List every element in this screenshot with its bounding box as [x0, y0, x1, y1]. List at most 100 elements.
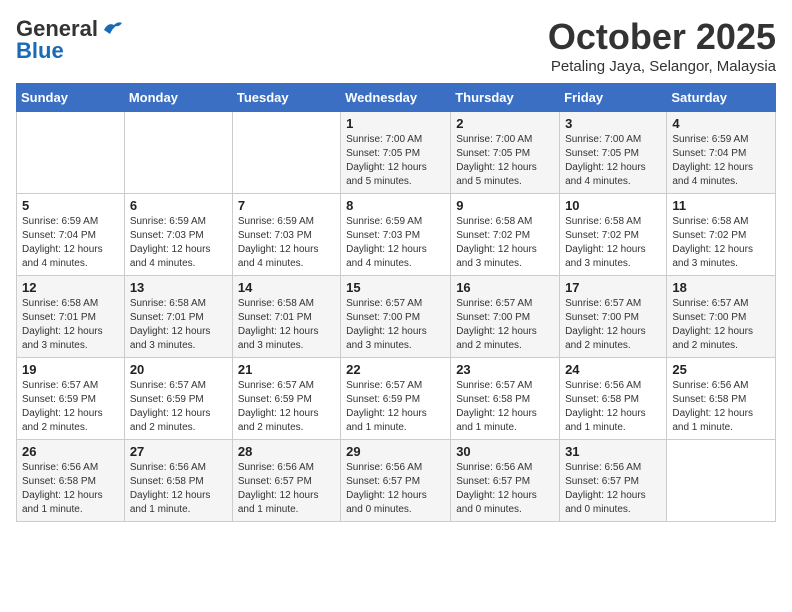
day-number: 8 — [346, 198, 445, 213]
day-cell: 24 Sunrise: 6:56 AMSunset: 6:58 PMDayligh… — [560, 358, 667, 440]
day-info: Sunrise: 6:58 AMSunset: 7:02 PMDaylight:… — [565, 215, 661, 271]
location: Petaling Jaya, Selangor, Malaysia — [548, 58, 776, 75]
day-cell: 28 Sunrise: 6:56 AMSunset: 6:57 PMDayligh… — [232, 440, 340, 522]
day-info: Sunrise: 6:59 AMSunset: 7:04 PMDaylight:… — [22, 215, 119, 271]
day-number: 29 — [346, 444, 445, 459]
day-info: Sunrise: 7:00 AMSunset: 7:05 PMDaylight:… — [565, 133, 661, 189]
day-cell: 11Sunrise: 6:58 AMSunset: 7:02 PMDayligh… — [667, 194, 776, 276]
day-info: Sunrise: 6:56 AMSunset: 6:58 PMDaylight:… — [672, 379, 770, 435]
logo-blue: Blue — [16, 38, 64, 64]
day-number: 7 — [238, 198, 335, 213]
day-cell: 2 Sunrise: 7:00 AMSunset: 7:05 PMDaylight… — [451, 112, 560, 194]
day-cell: 29 Sunrise: 6:56 AMSunset: 6:57 PMDayligh… — [341, 440, 451, 522]
day-number: 1 — [346, 116, 445, 131]
page-header: General Blue October 2025 Petaling Jaya,… — [16, 16, 776, 75]
day-cell — [124, 112, 232, 194]
day-number: 26 — [22, 444, 119, 459]
day-number: 15 — [346, 280, 445, 295]
day-cell: 14 Sunrise: 6:58 AMSunset: 7:01 PMDayligh… — [232, 276, 340, 358]
day-info: Sunrise: 6:56 AMSunset: 6:58 PMDaylight:… — [565, 379, 661, 435]
week-row-5: 26 Sunrise: 6:56 AMSunset: 6:58 PMDayligh… — [17, 440, 776, 522]
day-cell: 6 Sunrise: 6:59 AMSunset: 7:03 PMDaylight… — [124, 194, 232, 276]
day-number: 24 — [565, 362, 661, 377]
calendar-table: SundayMondayTuesdayWednesdayThursdayFrid… — [16, 83, 776, 522]
weekday-header-thursday: Thursday — [451, 84, 560, 112]
day-cell: 16 Sunrise: 6:57 AMSunset: 7:00 PMDayligh… — [451, 276, 560, 358]
day-cell: 21Sunrise: 6:57 AMSunset: 6:59 PMDayligh… — [232, 358, 340, 440]
day-cell: 9Sunrise: 6:58 AMSunset: 7:02 PMDaylight… — [451, 194, 560, 276]
day-info: Sunrise: 6:56 AMSunset: 6:58 PMDaylight:… — [22, 461, 119, 517]
day-info: Sunrise: 6:58 AMSunset: 7:01 PMDaylight:… — [238, 297, 335, 353]
day-number: 31 — [565, 444, 661, 459]
weekday-header-tuesday: Tuesday — [232, 84, 340, 112]
day-info: Sunrise: 6:57 AMSunset: 7:00 PMDaylight:… — [565, 297, 661, 353]
day-number: 5 — [22, 198, 119, 213]
weekday-header-saturday: Saturday — [667, 84, 776, 112]
day-info: Sunrise: 6:56 AMSunset: 6:57 PMDaylight:… — [456, 461, 554, 517]
day-info: Sunrise: 6:58 AMSunset: 7:01 PMDaylight:… — [130, 297, 227, 353]
day-info: Sunrise: 6:59 AMSunset: 7:03 PMDaylight:… — [130, 215, 227, 271]
day-info: Sunrise: 6:59 AMSunset: 7:04 PMDaylight:… — [672, 133, 770, 189]
day-number: 12 — [22, 280, 119, 295]
week-row-1: 1 Sunrise: 7:00 AMSunset: 7:05 PMDaylight… — [17, 112, 776, 194]
day-cell: 19 Sunrise: 6:57 AMSunset: 6:59 PMDayligh… — [17, 358, 125, 440]
day-number: 6 — [130, 198, 227, 213]
day-cell: 13Sunrise: 6:58 AMSunset: 7:01 PMDayligh… — [124, 276, 232, 358]
day-info: Sunrise: 6:56 AMSunset: 6:58 PMDaylight:… — [130, 461, 227, 517]
week-row-4: 19 Sunrise: 6:57 AMSunset: 6:59 PMDayligh… — [17, 358, 776, 440]
day-number: 3 — [565, 116, 661, 131]
day-number: 23 — [456, 362, 554, 377]
day-cell: 1 Sunrise: 7:00 AMSunset: 7:05 PMDaylight… — [341, 112, 451, 194]
day-info: Sunrise: 6:57 AMSunset: 7:00 PMDaylight:… — [672, 297, 770, 353]
day-info: Sunrise: 6:59 AMSunset: 7:03 PMDaylight:… — [346, 215, 445, 271]
day-cell: 26 Sunrise: 6:56 AMSunset: 6:58 PMDayligh… — [17, 440, 125, 522]
day-number: 21 — [238, 362, 335, 377]
day-number: 4 — [672, 116, 770, 131]
day-info: Sunrise: 6:56 AMSunset: 6:57 PMDaylight:… — [346, 461, 445, 517]
title-section: October 2025 Petaling Jaya, Selangor, Ma… — [548, 16, 776, 75]
week-row-3: 12 Sunrise: 6:58 AMSunset: 7:01 PMDayligh… — [17, 276, 776, 358]
day-cell: 25 Sunrise: 6:56 AMSunset: 6:58 PMDayligh… — [667, 358, 776, 440]
day-number: 25 — [672, 362, 770, 377]
day-info: Sunrise: 6:57 AMSunset: 7:00 PMDaylight:… — [456, 297, 554, 353]
day-info: Sunrise: 7:00 AMSunset: 7:05 PMDaylight:… — [456, 133, 554, 189]
day-number: 2 — [456, 116, 554, 131]
day-number: 17 — [565, 280, 661, 295]
day-cell: 18Sunrise: 6:57 AMSunset: 7:00 PMDayligh… — [667, 276, 776, 358]
day-info: Sunrise: 6:58 AMSunset: 7:02 PMDaylight:… — [456, 215, 554, 271]
logo: General Blue — [16, 16, 124, 64]
day-cell: 15 Sunrise: 6:57 AMSunset: 7:00 PMDayligh… — [341, 276, 451, 358]
day-info: Sunrise: 6:57 AMSunset: 6:58 PMDaylight:… — [456, 379, 554, 435]
day-cell: 3 Sunrise: 7:00 AMSunset: 7:05 PMDaylight… — [560, 112, 667, 194]
day-cell: 17 Sunrise: 6:57 AMSunset: 7:00 PMDayligh… — [560, 276, 667, 358]
day-cell: 12 Sunrise: 6:58 AMSunset: 7:01 PMDayligh… — [17, 276, 125, 358]
day-cell: 22Sunrise: 6:57 AMSunset: 6:59 PMDayligh… — [341, 358, 451, 440]
day-cell: 4 Sunrise: 6:59 AMSunset: 7:04 PMDaylight… — [667, 112, 776, 194]
day-info: Sunrise: 7:00 AMSunset: 7:05 PMDaylight:… — [346, 133, 445, 189]
weekday-header-wednesday: Wednesday — [341, 84, 451, 112]
day-info: Sunrise: 6:59 AMSunset: 7:03 PMDaylight:… — [238, 215, 335, 271]
day-number: 14 — [238, 280, 335, 295]
day-info: Sunrise: 6:57 AMSunset: 7:00 PMDaylight:… — [346, 297, 445, 353]
day-info: Sunrise: 6:58 AMSunset: 7:02 PMDaylight:… — [672, 215, 770, 271]
day-cell: 23 Sunrise: 6:57 AMSunset: 6:58 PMDayligh… — [451, 358, 560, 440]
day-cell: 5 Sunrise: 6:59 AMSunset: 7:04 PMDaylight… — [17, 194, 125, 276]
day-cell: 20Sunrise: 6:57 AMSunset: 6:59 PMDayligh… — [124, 358, 232, 440]
weekday-header-sunday: Sunday — [17, 84, 125, 112]
day-number: 10 — [565, 198, 661, 213]
day-info: Sunrise: 6:57 AMSunset: 6:59 PMDaylight:… — [22, 379, 119, 435]
day-number: 19 — [22, 362, 119, 377]
day-cell — [232, 112, 340, 194]
day-number: 28 — [238, 444, 335, 459]
weekday-header-friday: Friday — [560, 84, 667, 112]
day-number: 27 — [130, 444, 227, 459]
logo-bird-icon — [102, 20, 124, 38]
day-cell: 7 Sunrise: 6:59 AMSunset: 7:03 PMDaylight… — [232, 194, 340, 276]
day-number: 20 — [130, 362, 227, 377]
day-info: Sunrise: 6:57 AMSunset: 6:59 PMDaylight:… — [346, 379, 445, 435]
day-info: Sunrise: 6:56 AMSunset: 6:57 PMDaylight:… — [238, 461, 335, 517]
day-cell: 30Sunrise: 6:56 AMSunset: 6:57 PMDayligh… — [451, 440, 560, 522]
day-number: 16 — [456, 280, 554, 295]
day-cell — [17, 112, 125, 194]
day-info: Sunrise: 6:58 AMSunset: 7:01 PMDaylight:… — [22, 297, 119, 353]
